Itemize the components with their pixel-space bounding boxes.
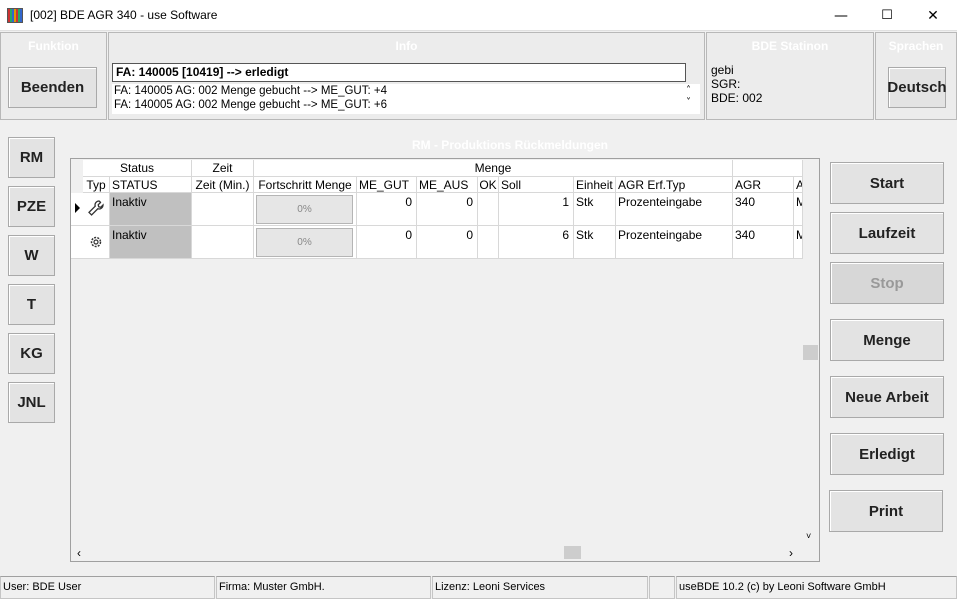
status-user: User: BDE User — [0, 576, 215, 599]
status-empty — [649, 576, 675, 599]
row-pointer-icon — [75, 203, 80, 213]
row-einheit-cell: Stk — [574, 226, 616, 259]
vertical-scrollbar[interactable]: ˅ — [803, 159, 819, 545]
nav-jnl-button[interactable]: JNL — [8, 382, 55, 423]
nav-w-button[interactable]: W — [8, 235, 55, 276]
stop-button[interactable]: Stop — [830, 262, 944, 304]
row-me-aus-cell: 0 — [417, 226, 478, 259]
row-progress-cell: 0% — [254, 193, 357, 226]
status-lizenz: Lizenz: Leoni Services — [432, 576, 648, 599]
col-agr[interactable]: AGR — [733, 177, 794, 193]
rm-section-title: RM - Produktions Rückmeldungen — [411, 138, 608, 152]
sprachen-header: Sprachen — [888, 39, 944, 53]
print-button[interactable]: Print — [829, 490, 943, 532]
gear-icon — [90, 236, 102, 248]
funktion-header: Funktion — [28, 39, 79, 53]
log-scroll-arrows[interactable]: ˄ ˅ — [686, 85, 691, 109]
start-button[interactable]: Start — [830, 162, 944, 204]
row-me-gut-cell: 0 — [357, 226, 417, 259]
group-zeit: Zeit — [192, 160, 254, 177]
col-fortschritt[interactable]: Fortschritt Menge — [254, 177, 357, 193]
group-empty — [733, 160, 803, 177]
minimize-button[interactable]: — — [818, 0, 864, 31]
nav-rm-button[interactable]: RM — [8, 137, 55, 178]
progress-bar: 0% — [256, 195, 353, 224]
window-title: [002] BDE AGR 340 - use Software — [30, 8, 218, 22]
group-status: Status — [83, 160, 192, 177]
col-einheit[interactable]: Einheit — [574, 177, 616, 193]
row-erf-typ-cell: Prozenteingabe — [616, 193, 733, 226]
col-a[interactable]: A — [794, 177, 803, 193]
row-status-cell: Inaktiv — [110, 193, 192, 226]
scroll-left-icon[interactable]: ‹ — [77, 546, 81, 560]
row-selector[interactable] — [71, 226, 83, 259]
row-type-cell[interactable] — [83, 226, 110, 259]
close-button[interactable]: ✕ — [910, 0, 956, 31]
row-ok-cell — [478, 226, 499, 259]
group-menge: Menge — [254, 160, 733, 177]
station-line: gebi — [711, 63, 734, 77]
station-line: SGR: — [711, 77, 741, 91]
row-progress-cell: 0% — [254, 226, 357, 259]
row-me-gut-cell: 0 — [357, 193, 417, 226]
col-agr-erf-typ[interactable]: AGR Erf.Typ — [616, 177, 733, 193]
production-grid[interactable]: Status Zeit Menge Typ STATUS Zeit (Min.)… — [70, 158, 820, 562]
row-zeit-cell — [192, 226, 254, 259]
vertical-scroll-thumb[interactable] — [803, 345, 818, 360]
info-log-line: FA: 140005 AG: 002 Menge gebucht --> ME_… — [114, 85, 387, 97]
beenden-button[interactable]: Beenden — [8, 67, 97, 108]
col-zeit[interactable]: Zeit (Min.) — [192, 177, 254, 193]
title-bar: [002] BDE AGR 340 - use Software — ☐ ✕ — [0, 0, 957, 31]
status-firma: Firma: Muster GmbH. — [216, 576, 431, 599]
col-soll[interactable]: Soll — [499, 177, 574, 193]
nav-kg-button[interactable]: KG — [8, 333, 55, 374]
col-status[interactable]: STATUS — [110, 177, 192, 193]
row-soll-cell: 1 — [499, 193, 574, 226]
horizontal-scroll-thumb[interactable] — [564, 546, 581, 559]
row-ok-cell — [478, 193, 499, 226]
row-a-cell: M — [794, 226, 803, 259]
scroll-down-icon[interactable]: ˅ — [806, 531, 811, 541]
scroll-right-icon[interactable]: › — [789, 546, 793, 560]
status-bar: User: BDE User Firma: Muster GmbH. Lizen… — [0, 576, 957, 599]
station-header: BDE Statinon — [751, 39, 829, 53]
row-selector[interactable] — [71, 193, 83, 226]
menge-button[interactable]: Menge — [830, 319, 944, 361]
maximize-button[interactable]: ☐ — [864, 0, 910, 31]
laufzeit-button[interactable]: Laufzeit — [830, 212, 944, 254]
col-ok[interactable]: OK — [478, 177, 499, 193]
horizontal-scrollbar[interactable]: ‹ › — [71, 545, 803, 561]
info-current-input[interactable]: FA: 140005 [10419] --> erledigt — [112, 63, 686, 82]
info-header: Info — [395, 39, 418, 53]
row-agr-cell: 340 — [733, 193, 794, 226]
row-status-cell: Inaktiv — [110, 226, 192, 259]
row-type-cell[interactable] — [83, 193, 110, 226]
col-me-gut[interactable]: ME_GUT — [357, 177, 417, 193]
status-version: useBDE 10.2 (c) by Leoni Software GmbH — [676, 576, 957, 599]
info-log-line: FA: 140005 AG: 002 Menge gebucht --> ME_… — [114, 99, 387, 111]
col-me-aus[interactable]: ME_AUS — [417, 177, 478, 193]
neue-arbeit-button[interactable]: Neue Arbeit — [830, 376, 944, 418]
progress-bar: 0% — [256, 228, 353, 257]
row-a-cell: M — [794, 193, 803, 226]
station-line: BDE: 002 — [711, 91, 763, 105]
info-log-list[interactable]: FA: 140005 AG: 002 Menge gebucht --> ME_… — [112, 84, 700, 114]
erledigt-button[interactable]: Erledigt — [830, 433, 944, 475]
row-agr-cell: 340 — [733, 226, 794, 259]
station-info: gebi SGR: BDE: 002 — [711, 63, 762, 105]
row-soll-cell: 6 — [499, 226, 574, 259]
row-einheit-cell: Stk — [574, 193, 616, 226]
col-typ[interactable]: Typ — [83, 177, 110, 193]
nav-pze-button[interactable]: PZE — [8, 186, 55, 227]
row-erf-typ-cell: Prozenteingabe — [616, 226, 733, 259]
nav-t-button[interactable]: T — [8, 284, 55, 325]
wrench-icon — [88, 200, 104, 216]
language-button[interactable]: Deutsch — [887, 67, 947, 108]
app-icon — [7, 8, 23, 23]
row-zeit-cell — [192, 193, 254, 226]
row-me-aus-cell: 0 — [417, 193, 478, 226]
